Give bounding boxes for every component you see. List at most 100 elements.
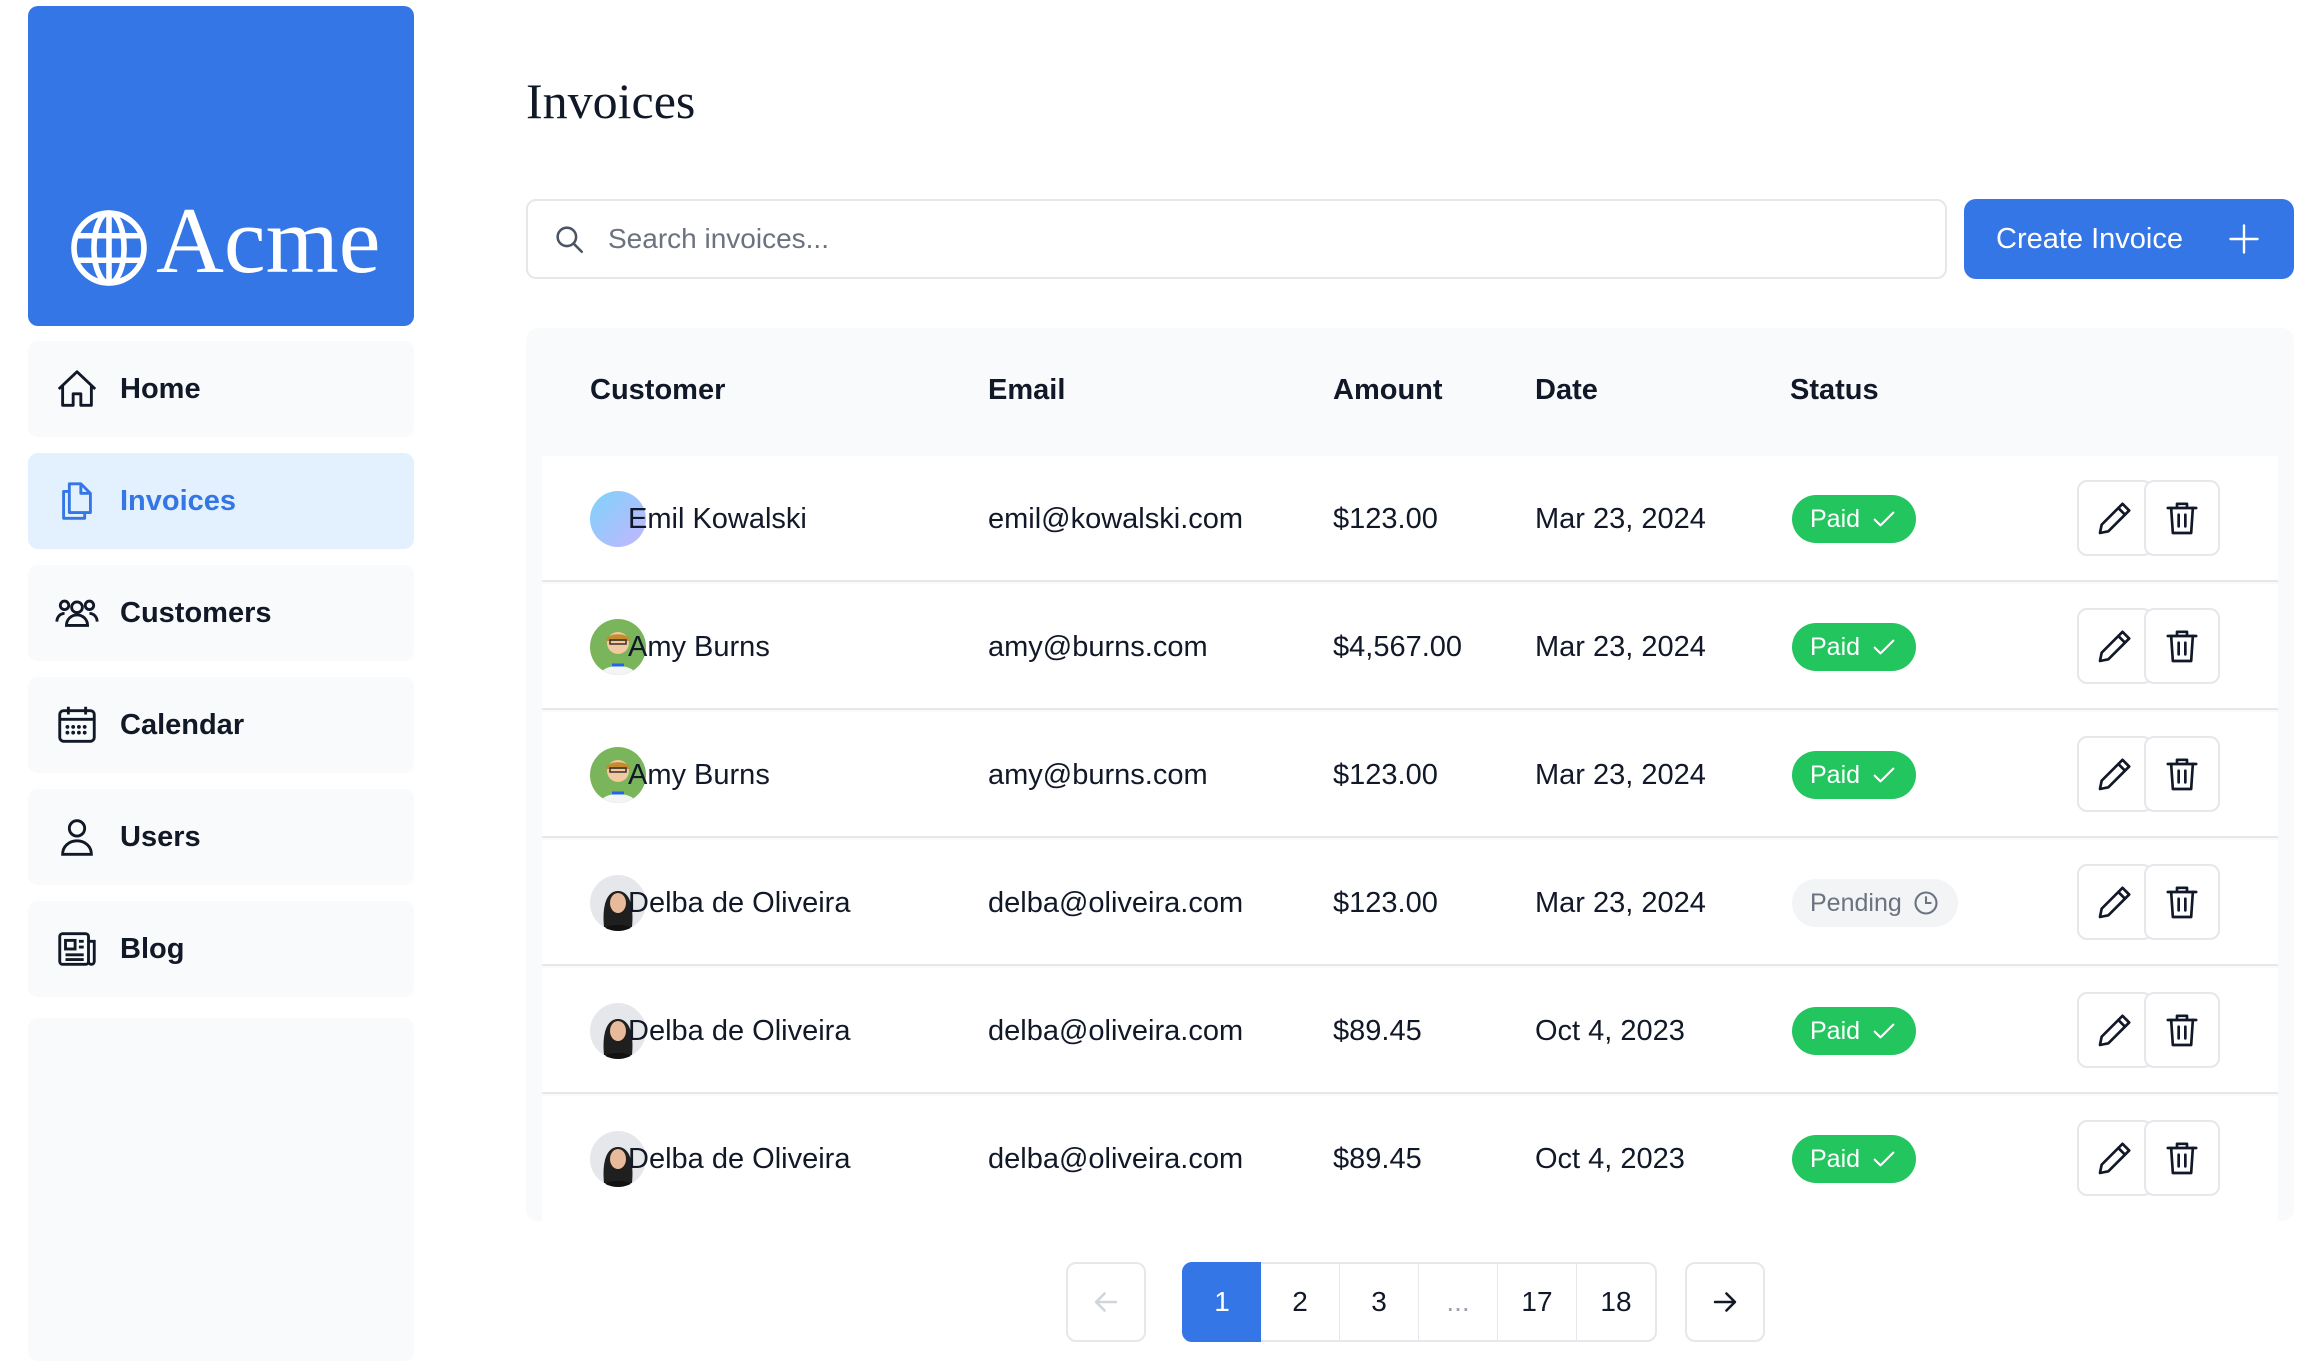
clock-icon <box>1914 891 1938 915</box>
sidebar-item-label: Invoices <box>120 484 237 517</box>
sidebar-item-invoices[interactable]: Invoices <box>28 453 414 549</box>
pencil-icon <box>2098 886 2131 919</box>
delete-invoice-button[interactable] <box>2144 992 2220 1068</box>
search-bar[interactable] <box>526 199 1947 279</box>
delete-invoice-button[interactable] <box>2144 608 2220 684</box>
page-button-2[interactable]: 2 <box>1261 1262 1341 1342</box>
create-invoice-label: Create Invoice <box>1996 222 2183 255</box>
column-header-date: Date <box>1535 374 1598 406</box>
status-label: Paid <box>1810 1144 1861 1173</box>
column-header-status: Status <box>1790 374 1879 406</box>
pencil-icon <box>2098 630 2131 663</box>
edit-invoice-button[interactable] <box>2077 992 2153 1068</box>
sidebar-item-users[interactable]: Users <box>28 789 414 885</box>
column-header-email: Email <box>988 374 1066 406</box>
sidebar-item-label: Home <box>120 372 201 405</box>
customer-name: Delba de Oliveira <box>628 1014 851 1047</box>
status-label: Paid <box>1810 760 1861 789</box>
delete-invoice-button[interactable] <box>2144 864 2220 940</box>
invoices-table: Customer Email Amount Date Status Emil K… <box>526 328 2294 1222</box>
sidebar-item-calendar[interactable]: Calendar <box>28 677 414 773</box>
pagination-ellipsis: ... <box>1419 1262 1499 1342</box>
invoice-amount: $123.00 <box>1333 502 1438 535</box>
edit-invoice-button[interactable] <box>2077 736 2153 812</box>
page-button-18[interactable]: 18 <box>1577 1262 1657 1342</box>
customer-email: amy@burns.com <box>988 630 1208 663</box>
customer-email: delba@oliveira.com <box>988 886 1244 919</box>
edit-invoice-button[interactable] <box>2077 480 2153 556</box>
page-button-1[interactable]: 1 <box>1182 1262 1262 1342</box>
delete-invoice-button[interactable] <box>2144 480 2220 556</box>
table-row: Delba de Oliveira delba@oliveira.com $12… <box>542 840 2278 966</box>
customer-name: Amy Burns <box>628 630 770 663</box>
brand-name: Acme <box>156 189 381 293</box>
user-icon <box>61 819 93 856</box>
edit-invoice-button[interactable] <box>2077 864 2153 940</box>
customer-email: amy@burns.com <box>988 758 1208 791</box>
customer-email: delba@oliveira.com <box>988 1014 1244 1047</box>
pencil-icon <box>2098 1142 2131 1175</box>
pencil-icon <box>2098 758 2131 791</box>
create-invoice-button[interactable]: Create Invoice <box>1964 199 2294 279</box>
sidebar-filler <box>28 1018 414 1361</box>
newspaper-icon <box>58 932 96 966</box>
customer-email: emil@kowalski.com <box>988 502 1244 535</box>
status-badge: Paid <box>1792 1007 1917 1055</box>
invoice-date: Mar 23, 2024 <box>1535 502 1706 535</box>
brand-logo[interactable]: Acme <box>28 6 414 326</box>
table-row: Emil Kowalski emil@kowalski.com $123.00 … <box>542 456 2278 582</box>
previous-page-button[interactable] <box>1066 1262 1146 1342</box>
document-icon <box>62 482 92 520</box>
page-button-3[interactable]: 3 <box>1340 1262 1420 1342</box>
status-badge: Paid <box>1792 751 1917 799</box>
search-icon <box>556 226 584 254</box>
status-badge: Paid <box>1792 623 1917 671</box>
check-icon <box>1873 511 1895 527</box>
invoice-amount: $89.45 <box>1333 1142 1422 1175</box>
table-row: Delba de Oliveira delba@oliveira.com $89… <box>542 968 2278 1094</box>
customer-name: Delba de Oliveira <box>628 886 851 919</box>
page-title: Invoices <box>526 73 696 129</box>
table-row: Amy Burns amy@burns.com $123.00 Mar 23, … <box>542 712 2278 838</box>
status-badge: Pending <box>1792 879 1958 927</box>
sidebar-item-label: Customers <box>120 596 272 629</box>
trash-icon <box>2166 630 2198 663</box>
sidebar-item-label: Calendar <box>120 708 245 741</box>
home-icon <box>57 370 97 407</box>
sidebar-item-home[interactable]: Home <box>28 341 414 437</box>
invoice-amount: $4,567.00 <box>1333 630 1463 663</box>
column-header-amount: Amount <box>1333 374 1443 406</box>
invoice-date: Mar 23, 2024 <box>1535 630 1706 663</box>
column-header-customer: Customer <box>590 374 726 406</box>
plus-icon <box>2229 224 2259 254</box>
trash-icon <box>2166 886 2198 919</box>
delete-invoice-button[interactable] <box>2144 736 2220 812</box>
trash-icon <box>2166 502 2198 535</box>
delete-invoice-button[interactable] <box>2144 1120 2220 1196</box>
edit-invoice-button[interactable] <box>2077 608 2153 684</box>
check-icon <box>1873 639 1895 655</box>
customer-name: Emil Kowalski <box>628 502 807 535</box>
search-input[interactable] <box>608 223 1908 255</box>
sidebar-item-customers[interactable]: Customers <box>28 565 414 661</box>
status-label: Paid <box>1810 632 1861 661</box>
next-page-button[interactable] <box>1685 1262 1765 1342</box>
trash-icon <box>2166 1142 2198 1175</box>
status-label: Paid <box>1810 504 1861 533</box>
page-button-17[interactable]: 17 <box>1498 1262 1578 1342</box>
invoice-date: Mar 23, 2024 <box>1535 886 1706 919</box>
sidebar-item-blog[interactable]: Blog <box>28 901 414 997</box>
invoice-amount: $89.45 <box>1333 1014 1422 1047</box>
trash-icon <box>2166 758 2198 791</box>
edit-invoice-button[interactable] <box>2077 1120 2153 1196</box>
globe-icon <box>71 210 147 286</box>
invoice-date: Oct 4, 2023 <box>1535 1142 1685 1175</box>
customer-name: Delba de Oliveira <box>628 1142 851 1175</box>
invoice-date: Mar 23, 2024 <box>1535 758 1706 791</box>
invoice-date: Oct 4, 2023 <box>1535 1014 1685 1047</box>
trash-icon <box>2166 1014 2198 1047</box>
sidebar-item-label: Blog <box>120 932 185 965</box>
pencil-icon <box>2098 1014 2131 1047</box>
pencil-icon <box>2098 502 2131 535</box>
status-badge: Paid <box>1792 1135 1917 1183</box>
